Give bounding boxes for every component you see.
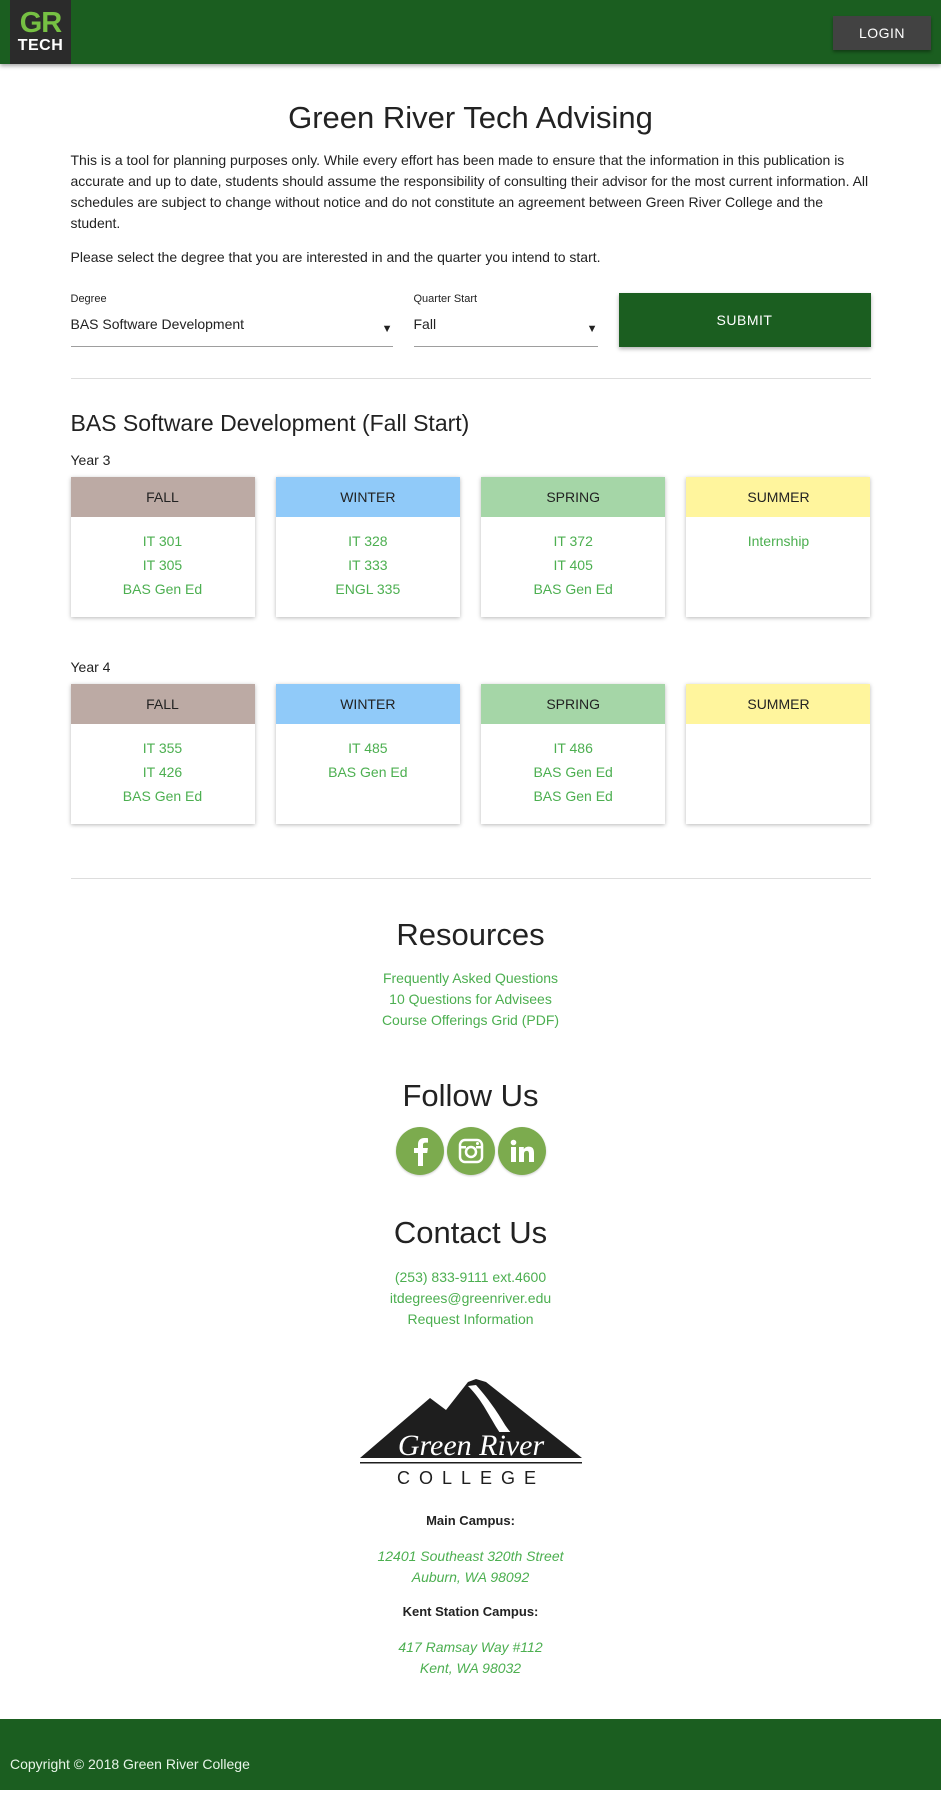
course-link[interactable]: IT 305 <box>71 553 255 577</box>
course-link[interactable]: IT 328 <box>276 529 460 553</box>
course-link[interactable]: ENGL 335 <box>276 577 460 601</box>
kent-campus-address-line2[interactable]: Kent, WA 98032 <box>71 1658 871 1679</box>
linkedin-icon[interactable] <box>497 1127 546 1175</box>
faq-link[interactable]: Frequently Asked Questions <box>71 968 871 989</box>
green-river-college-logo: Green River COLLEGE <box>358 1376 584 1493</box>
divider <box>70 878 871 879</box>
contact-title: Contact Us <box>393 1215 548 1250</box>
email-link[interactable]: itdegrees@greenriver.edu <box>71 1288 871 1309</box>
quarter-selected-value: Fall <box>413 316 437 332</box>
quarter-card-spring: SPRING IT 372 IT 405 BAS Gen Ed <box>481 477 666 617</box>
course-link[interactable]: Internship <box>686 529 870 553</box>
advisee-questions-link[interactable]: 10 Questions for Advisees <box>71 989 871 1010</box>
page-title: Green River Tech Advising <box>288 100 653 135</box>
contact-section: Contact Us (253) 833-9111 ext.4600 itdeg… <box>71 1215 871 1330</box>
follow-title: Follow Us <box>402 1078 539 1113</box>
quarter-card-winter: WINTER IT 485 BAS Gen Ed <box>275 684 460 824</box>
kent-campus-address-line1[interactable]: 417 Ramsay Way #112 <box>71 1637 871 1658</box>
quarter-select[interactable]: Quarter Start Fall ▼ <box>413 293 598 347</box>
quarter-header: SUMMER <box>686 684 871 724</box>
follow-section: Follow Us <box>71 1078 871 1175</box>
kent-campus-label: Kent Station Campus: <box>402 1604 539 1619</box>
college-section: Green River COLLEGE Main Campus: 12401 S… <box>71 1376 871 1679</box>
logo-tech-text: TECH <box>17 37 64 54</box>
login-button[interactable]: LOGIN <box>833 16 931 50</box>
college-logo-sub: COLLEGE <box>396 1468 544 1488</box>
course-link[interactable]: IT 485 <box>276 736 460 760</box>
year-label: Year 4 <box>70 659 111 675</box>
quarter-card-fall: FALL IT 355 IT 426 BAS Gen Ed <box>70 684 255 824</box>
degree-select[interactable]: Degree BAS Software Development ▼ <box>70 293 393 347</box>
dropdown-arrow-icon: ▼ <box>381 323 393 335</box>
quarter-underline <box>413 346 598 347</box>
instagram-icon[interactable] <box>446 1127 495 1175</box>
main-campus-address-line2[interactable]: Auburn, WA 98092 <box>71 1567 871 1588</box>
course-offerings-link[interactable]: Course Offerings Grid (PDF) <box>71 1010 871 1031</box>
course-link[interactable]: BAS Gen Ed <box>71 577 255 601</box>
top-navbar: GR TECH LOGIN <box>0 0 941 64</box>
course-link[interactable]: IT 301 <box>71 529 255 553</box>
quarter-card-summer: SUMMER <box>686 684 871 824</box>
year-label: Year 3 <box>70 452 111 468</box>
course-link[interactable]: IT 372 <box>481 529 665 553</box>
divider <box>70 378 871 379</box>
quarter-card-winter: WINTER IT 328 IT 333 ENGL 335 <box>275 477 460 617</box>
quarter-card-fall: FALL IT 301 IT 305 BAS Gen Ed <box>70 477 255 617</box>
quarter-header: SUMMER <box>686 477 871 517</box>
course-link[interactable]: BAS Gen Ed <box>71 784 255 808</box>
main-content: Green River Tech Advising This is a tool… <box>70 100 871 1679</box>
gr-tech-logo[interactable]: GR TECH <box>10 0 71 64</box>
main-campus-label: Main Campus: <box>426 1513 515 1528</box>
intro-disclaimer: This is a tool for planning purposes onl… <box>70 152 869 231</box>
course-link[interactable]: IT 333 <box>276 553 460 577</box>
year-4-cards: FALL IT 355 IT 426 BAS Gen Ed WINTER IT … <box>70 684 871 824</box>
course-link[interactable]: IT 355 <box>71 736 255 760</box>
quarter-card-summer: SUMMER Internship <box>686 477 871 617</box>
resources-title: Resources <box>396 917 545 952</box>
course-link[interactable]: BAS Gen Ed <box>481 760 665 784</box>
college-logo-name: Green River <box>397 1429 544 1462</box>
facebook-icon[interactable] <box>395 1127 444 1175</box>
main-campus-address-line1[interactable]: 12401 Southeast 320th Street <box>71 1546 871 1567</box>
quarter-header: SPRING <box>481 684 666 724</box>
course-link[interactable]: IT 426 <box>71 760 255 784</box>
submit-button[interactable]: SUBMIT <box>618 293 871 347</box>
quarter-header: FALL <box>70 477 255 517</box>
course-link[interactable]: BAS Gen Ed <box>481 577 665 601</box>
copyright-text: Copyright © 2018 Green River College <box>10 1756 250 1772</box>
degree-selected-value: BAS Software Development <box>70 316 245 332</box>
quarter-header: FALL <box>70 684 255 724</box>
dropdown-arrow-icon: ▼ <box>586 323 598 335</box>
course-link[interactable]: IT 405 <box>481 553 665 577</box>
quarter-header: WINTER <box>275 684 460 724</box>
degree-underline <box>70 346 393 347</box>
course-link[interactable]: BAS Gen Ed <box>481 784 665 808</box>
quarter-header: SPRING <box>481 477 666 517</box>
degree-form: Degree BAS Software Development ▼ Quarte… <box>70 293 871 368</box>
logo-gr-text: GR <box>19 7 63 39</box>
course-link[interactable]: IT 486 <box>481 736 665 760</box>
plan-title: BAS Software Development (Fall Start) <box>70 410 470 436</box>
course-link[interactable]: BAS Gen Ed <box>276 760 460 784</box>
instruction-text: Please select the degree that you are in… <box>70 249 601 265</box>
quarter-label: Quarter Start <box>413 293 478 305</box>
footer: Copyright © 2018 Green River College <box>0 1719 941 1790</box>
request-information-link[interactable]: Request Information <box>71 1309 871 1330</box>
year-3-cards: FALL IT 301 IT 305 BAS Gen Ed WINTER IT … <box>70 477 871 617</box>
quarter-card-spring: SPRING IT 486 BAS Gen Ed BAS Gen Ed <box>481 684 666 824</box>
resources-section: Resources Frequently Asked Questions 10 … <box>71 917 871 1031</box>
degree-label: Degree <box>70 293 107 305</box>
phone-link[interactable]: (253) 833-9111 ext.4600 <box>71 1267 871 1288</box>
quarter-header: WINTER <box>275 477 460 517</box>
